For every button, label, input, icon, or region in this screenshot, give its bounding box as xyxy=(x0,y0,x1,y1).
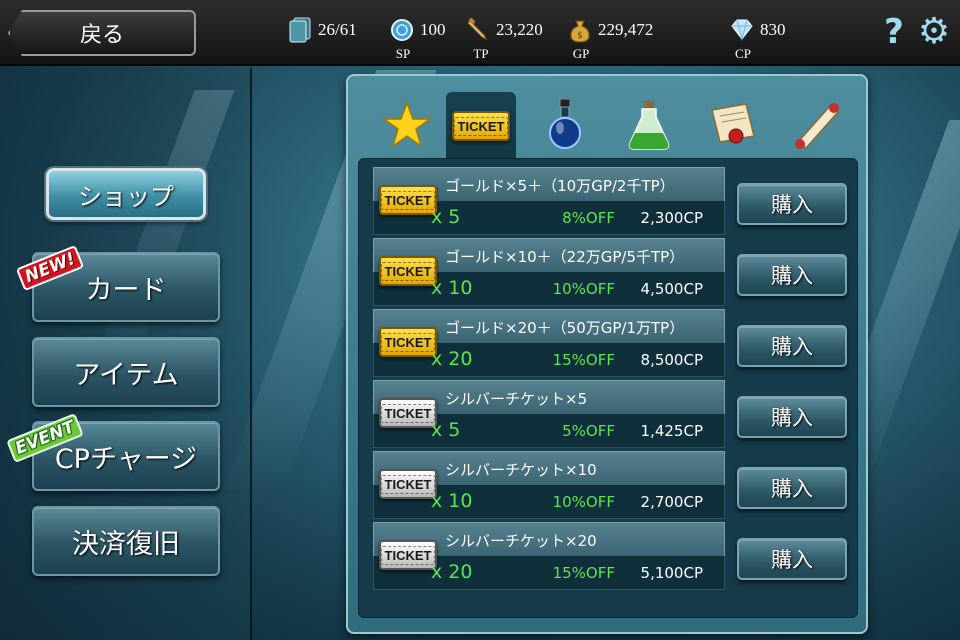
item-quantity: x 10 xyxy=(431,277,473,299)
silver-ticket-icon: TICKET xyxy=(379,540,437,570)
ticket-label: TICKET xyxy=(380,403,436,423)
ticket-label: TICKET xyxy=(380,474,436,494)
nav-item-button[interactable]: アイテム xyxy=(32,337,220,407)
green-potion-icon xyxy=(628,101,670,150)
ticket-label: TICKET xyxy=(380,332,436,352)
item-quantity: x 10 xyxy=(431,490,473,512)
ticket-icon-label: TICKET xyxy=(453,116,509,136)
ticket-icon: TICKET xyxy=(452,111,510,141)
cp-value: 830 xyxy=(760,20,786,39)
item-price: 2,700CP xyxy=(640,493,703,511)
tp-scroll-icon xyxy=(467,17,488,41)
item-name: シルバーチケット×20 xyxy=(445,532,597,550)
ticket-label: TICKET xyxy=(380,545,436,565)
tab-featured[interactable] xyxy=(372,92,442,158)
gold-bag-icon: $ xyxy=(570,20,590,43)
item-price: 8,500CP xyxy=(640,351,703,369)
shop-item-row: TICKET シルバーチケット×20 x 20 15%OFF 5,100CP xyxy=(373,522,725,590)
gold-ticket-icon: TICKET xyxy=(379,185,437,215)
gp-value: 229,472 xyxy=(598,20,654,39)
buy-button[interactable]: 購入 xyxy=(737,254,847,296)
scroll-icon xyxy=(795,103,840,150)
item-name: シルバーチケット×5 xyxy=(445,390,588,408)
ticket-label: TICKET xyxy=(380,261,436,281)
sp-label: SP xyxy=(395,46,411,61)
diamond-icon xyxy=(731,19,753,41)
buy-button[interactable]: 購入 xyxy=(737,467,847,509)
ticket-label: TICKET xyxy=(380,190,436,210)
tab-elixirs[interactable] xyxy=(614,92,684,158)
tp-value: 23,220 xyxy=(496,20,543,39)
potion-icon xyxy=(549,98,581,149)
shop-item-row: TICKET シルバーチケット×10 x 10 10%OFF 2,700CP xyxy=(373,451,725,519)
tab-sealed-scrolls[interactable] xyxy=(698,92,768,158)
shop-item-list: TICKET ゴールド×5＋（10万GP/2千TP） x 5 8%OFF 2,300CP… xyxy=(358,158,858,618)
item-discount: 8%OFF xyxy=(562,209,615,227)
item-price: 5,100CP xyxy=(640,564,703,582)
buy-button[interactable]: 購入 xyxy=(737,325,847,367)
item-discount: 15%OFF xyxy=(552,351,615,369)
item-price: 4,500CP xyxy=(640,280,703,298)
back-button[interactable]: 戻る xyxy=(8,10,196,56)
item-quantity: x 5 xyxy=(431,206,461,228)
nav-shop-button[interactable]: ショップ xyxy=(46,168,206,220)
silver-ticket-icon: TICKET xyxy=(379,398,437,428)
gold-ticket-icon: TICKET xyxy=(379,256,437,286)
shop-item-row: TICKET ゴールド×20＋（50万GP/1万TP） x 20 15%OFF 8,50… xyxy=(373,309,725,377)
item-name: シルバーチケット×10 xyxy=(445,461,597,479)
tp-label: TP xyxy=(473,46,489,61)
top-status-bar: 戻る 26/61 100 SP 23,220 TP $ 229,472 GP 8… xyxy=(0,0,960,66)
item-discount: 15%OFF xyxy=(552,564,615,582)
shop-item-row: TICKET ゴールド×10＋（22万GP/5千TP） x 10 10%OFF 4,50… xyxy=(373,238,725,306)
gold-ticket-icon: TICKET xyxy=(379,327,437,357)
tab-potions[interactable] xyxy=(530,92,600,158)
cp-label: CP xyxy=(735,46,751,61)
buy-button[interactable]: 購入 xyxy=(737,183,847,225)
item-quantity: x 5 xyxy=(431,419,461,441)
shop-panel: TICKET TICKET ゴールド×5＋（10万GP/2千TP） x 5 8%… xyxy=(346,74,868,634)
star-icon xyxy=(382,100,432,148)
item-name: ゴールド×5＋（10万GP/2千TP） xyxy=(445,177,675,195)
buy-button[interactable]: 購入 xyxy=(737,396,847,438)
help-icon[interactable]: ? xyxy=(880,14,908,50)
gear-icon[interactable]: ⚙ xyxy=(916,14,952,50)
item-quantity: x 20 xyxy=(431,561,473,583)
scroll-seal-icon xyxy=(711,103,755,144)
category-tabs: TICKET xyxy=(358,86,858,160)
buy-button[interactable]: 購入 xyxy=(737,538,847,580)
card-count: 26/61 xyxy=(318,20,357,39)
shop-item-row: TICKET ゴールド×5＋（10万GP/2千TP） x 5 8%OFF 2,300CP xyxy=(373,167,725,235)
tab-tickets[interactable]: TICKET xyxy=(446,92,516,160)
item-discount: 5%OFF xyxy=(562,422,615,440)
silver-ticket-icon: TICKET xyxy=(379,469,437,499)
item-quantity: x 20 xyxy=(431,348,473,370)
shop-item-row: TICKET シルバーチケット×5 x 5 5%OFF 1,425CP xyxy=(373,380,725,448)
item-discount: 10%OFF xyxy=(552,493,615,511)
item-price: 1,425CP xyxy=(640,422,703,440)
item-discount: 10%OFF xyxy=(552,280,615,298)
item-price: 2,300CP xyxy=(640,209,703,227)
card-deck-icon xyxy=(289,17,311,43)
gp-label: GP xyxy=(572,46,590,61)
nav-restore-button[interactable]: 決済復旧 xyxy=(32,506,220,576)
sp-orb-icon xyxy=(391,19,413,41)
item-name: ゴールド×10＋（22万GP/5千TP） xyxy=(445,248,685,266)
sp-value: 100 xyxy=(420,20,446,39)
tab-scrolls[interactable] xyxy=(782,92,852,158)
svg-text:$: $ xyxy=(577,31,583,41)
item-name: ゴールド×20＋（50万GP/1万TP） xyxy=(445,319,685,337)
